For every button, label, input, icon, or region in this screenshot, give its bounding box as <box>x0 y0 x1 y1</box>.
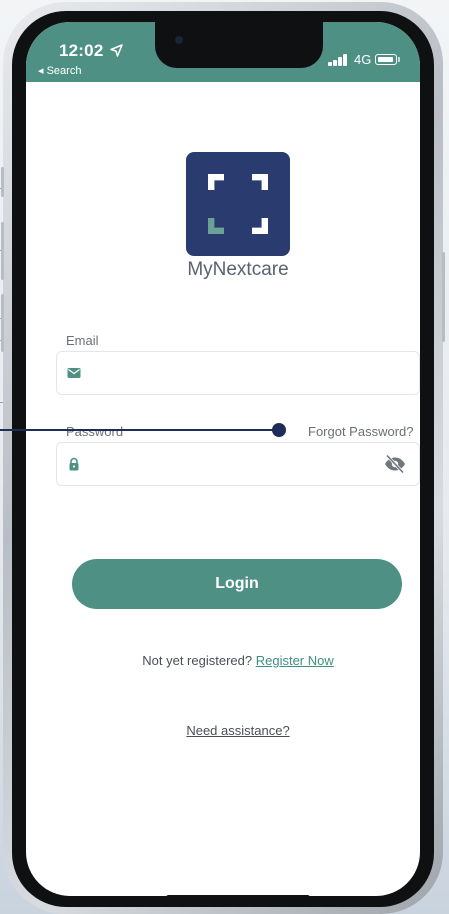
brand-name: MyNextcare <box>187 259 289 280</box>
app-logo <box>186 152 290 256</box>
password-label: Password <box>66 424 124 439</box>
callout-dot <box>272 423 286 437</box>
register-now-link[interactable]: Register Now <box>256 653 334 668</box>
logo-corner-top-left <box>208 174 224 190</box>
logo-corner-bottom-left <box>208 218 224 234</box>
password-input[interactable] <box>93 443 377 487</box>
phone-frame: 12:02 ◂ Search 4G MyNextcare Email Passw… <box>1 2 445 914</box>
signal-icon <box>328 54 348 66</box>
need-assistance-link[interactable]: Need assistance? <box>26 723 420 738</box>
screen: 12:02 ◂ Search 4G MyNextcare Email Passw… <box>26 22 420 896</box>
mute-switch <box>1 167 4 197</box>
mail-icon <box>67 368 81 378</box>
location-arrow-icon <box>110 44 124 57</box>
back-to-search-link[interactable]: ◂ Search <box>38 64 81 77</box>
callout-line <box>0 429 278 431</box>
email-field[interactable] <box>56 351 420 396</box>
login-button[interactable]: Login <box>72 559 402 609</box>
phone-bezel: 12:02 ◂ Search 4G MyNextcare Email Passw… <box>12 11 434 907</box>
battery-icon <box>375 54 397 65</box>
email-label: Email <box>66 333 99 348</box>
register-row: Not yet registered? Register Now <box>26 653 420 668</box>
volume-up-button <box>1 222 4 280</box>
password-field[interactable] <box>56 442 420 487</box>
forgot-password-link[interactable]: Forgot Password? <box>308 424 414 439</box>
register-prompt: Not yet registered? <box>142 653 253 668</box>
network-type: 4G <box>354 52 372 67</box>
front-camera <box>175 36 183 44</box>
logo-corner-top-right <box>252 174 268 190</box>
eye-off-icon[interactable] <box>383 454 407 474</box>
email-input[interactable] <box>93 352 377 396</box>
status-time: 12:02 <box>59 41 124 61</box>
logo-corner-bottom-right <box>252 218 268 234</box>
volume-down-button <box>1 294 4 352</box>
home-indicator[interactable] <box>166 895 310 896</box>
lock-icon <box>69 457 79 471</box>
battery-tip <box>398 57 400 62</box>
power-button <box>442 252 445 342</box>
notch <box>155 22 323 68</box>
